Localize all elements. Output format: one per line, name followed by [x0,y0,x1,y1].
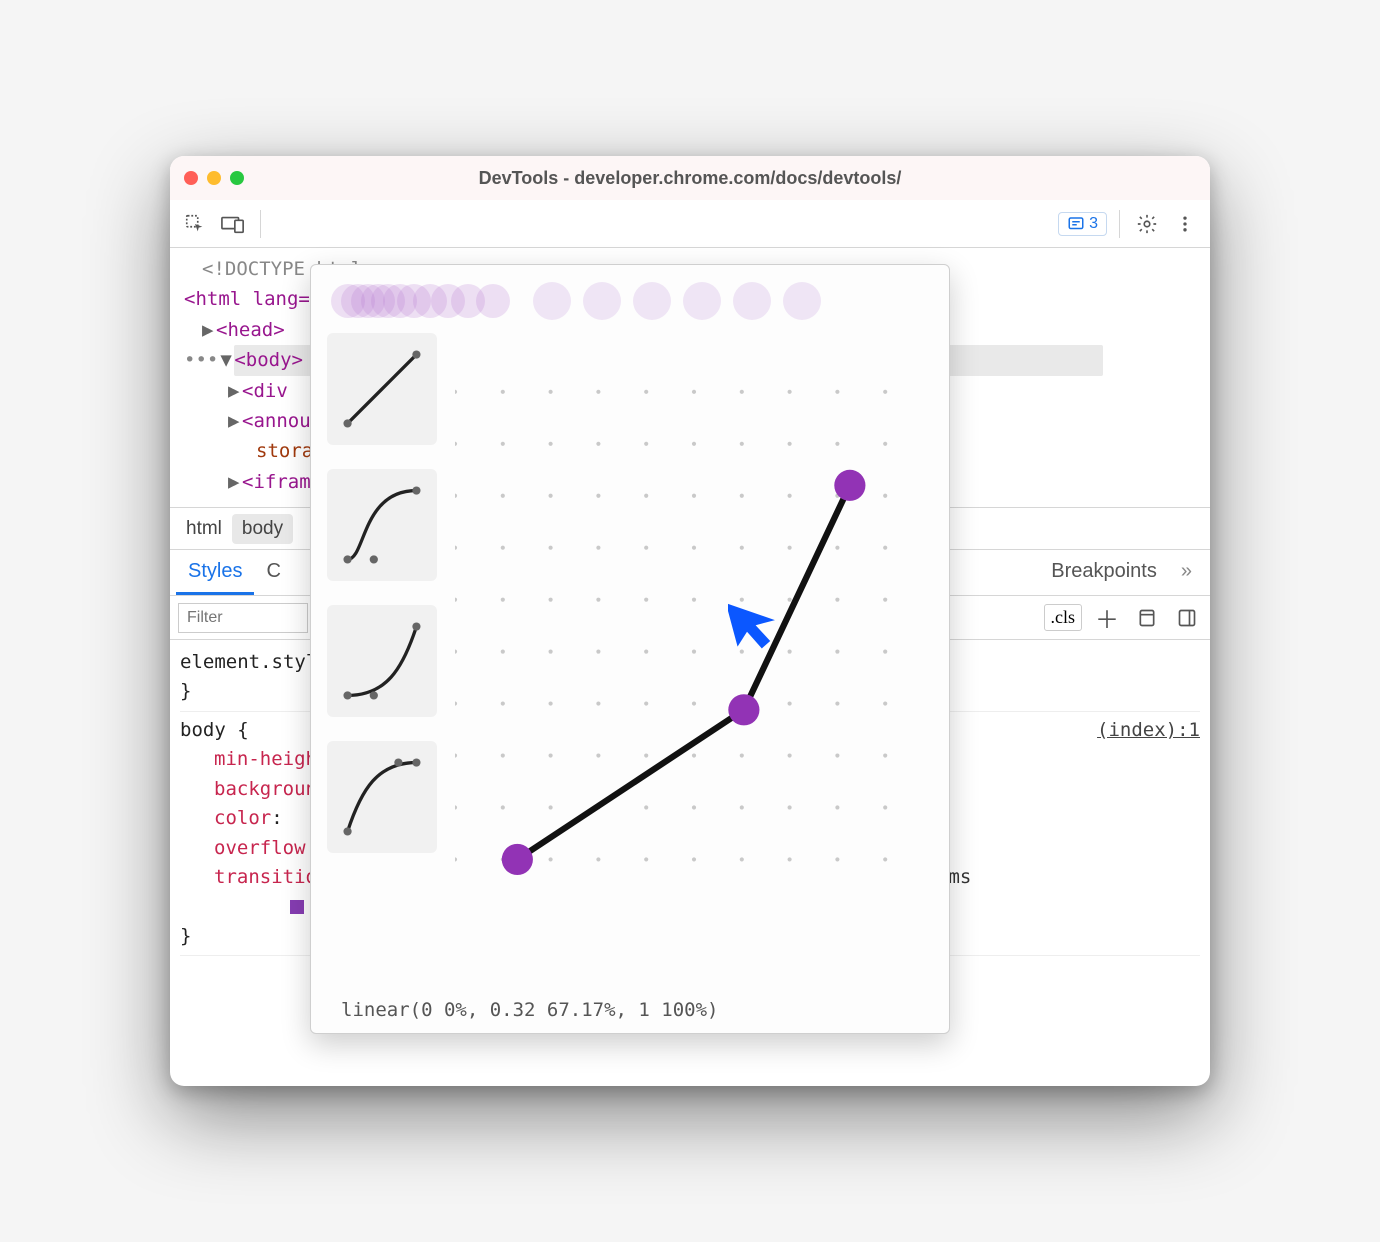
preview-dot [633,282,671,320]
easing-preview [327,279,933,323]
preset-ease-in-out[interactable] [327,469,437,581]
preview-dot [583,282,621,320]
preview-dot [533,282,571,320]
fullscreen-window-button[interactable] [230,171,244,185]
window-title: DevTools - developer.chrome.com/docs/dev… [170,168,1210,189]
prop-color[interactable]: color [214,807,271,829]
issues-button[interactable]: 3 [1058,212,1107,236]
easing-presets [327,333,437,991]
new-style-rule-icon[interactable]: ＋ [1092,603,1122,633]
computed-styles-icon[interactable] [1132,603,1162,633]
devtools-window: DevTools - developer.chrome.com/docs/dev… [170,156,1210,1086]
preview-dot [733,282,771,320]
prop-overflow[interactable]: overflow [214,837,306,859]
devtools-toolbar: 3 [170,200,1210,248]
window-controls [184,171,244,185]
preview-cluster [331,281,521,321]
tab-breakpoints[interactable]: Breakpoints [1039,550,1169,595]
more-menu-icon[interactable] [1170,209,1200,239]
control-point-mid[interactable] [728,694,759,725]
panel-layout-icon[interactable] [1172,603,1202,633]
tab-styles[interactable]: Styles [176,550,254,595]
minimize-window-button[interactable] [207,171,221,185]
control-point-start[interactable] [502,844,533,875]
easing-curve-canvas[interactable] [455,333,933,991]
control-point-end[interactable] [834,470,865,501]
easing-readout: linear(0 0%, 0.32 67.17%, 1 100%) [327,991,933,1021]
settings-icon[interactable] [1132,209,1162,239]
cls-button[interactable]: .cls [1044,604,1083,631]
more-tabs-icon[interactable]: » [1169,550,1204,595]
breadcrumb-html[interactable]: html [176,514,232,544]
source-link[interactable]: (index):1 [1097,716,1200,745]
close-window-button[interactable] [184,171,198,185]
preset-ease-out[interactable] [327,741,437,853]
preset-linear[interactable] [327,333,437,445]
preview-dot [683,282,721,320]
device-toolbar-icon[interactable] [218,209,248,239]
preset-ease-in[interactable] [327,605,437,717]
inspect-element-icon[interactable] [180,209,210,239]
easing-swatch-icon[interactable] [290,900,304,914]
separator [1119,210,1120,238]
separator [260,210,261,238]
issues-count: 3 [1089,215,1098,233]
easing-editor-popover[interactable]: linear(0 0%, 0.32 67.17%, 1 100%) [310,264,950,1034]
tab-computed[interactable]: C [254,550,292,595]
body-selector: body { [180,719,249,741]
breadcrumb-body[interactable]: body [232,514,293,544]
preview-dot [783,282,821,320]
filter-input[interactable] [178,603,308,633]
titlebar: DevTools - developer.chrome.com/docs/dev… [170,156,1210,200]
